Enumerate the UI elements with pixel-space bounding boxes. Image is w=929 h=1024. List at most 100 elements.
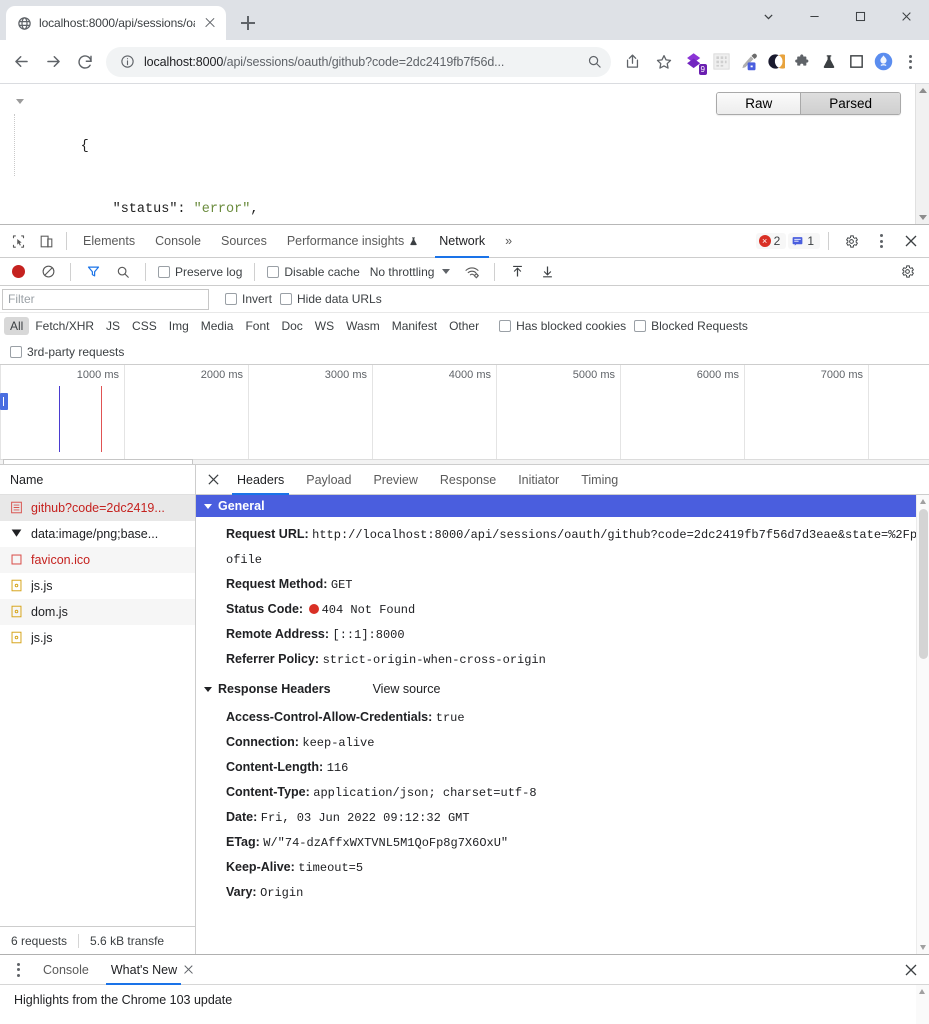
scroll-up-arrow-icon[interactable] [919,989,925,994]
type-filter-font[interactable]: Font [239,317,275,335]
drawer-close-icon[interactable] [897,957,925,983]
request-row-data-image[interactable]: data:image/png;base... [0,521,195,547]
scroll-up-arrow-icon[interactable] [920,499,926,504]
preserve-log-checkbox[interactable]: Preserve log [154,265,246,279]
detail-tab-headers[interactable]: Headers [226,465,295,495]
search-icon[interactable] [109,259,137,285]
detail-tab-timing[interactable]: Timing [570,465,629,495]
type-filter-ws[interactable]: WS [309,317,340,335]
profile-avatar-icon[interactable] [870,48,896,76]
star-icon[interactable] [649,47,679,77]
grid-extension-icon[interactable] [708,48,734,76]
record-dot-icon[interactable] [4,259,32,285]
detail-scrollbar[interactable] [916,495,929,954]
network-settings-gear-icon[interactable] [893,259,921,285]
devtools-tab-elements[interactable]: Elements [73,225,145,258]
address-bar[interactable]: localhost:8000/api/sessions/oauth/github… [106,47,611,77]
scrollbar-thumb[interactable] [919,509,928,659]
zoom-magnifier-icon[interactable] [583,51,605,73]
has-blocked-cookies-checkbox[interactable]: Has blocked cookies [495,319,630,333]
detail-tab-initiator[interactable]: Initiator [507,465,570,495]
devtools-kebab-menu-icon[interactable] [867,228,895,254]
reload-icon[interactable] [70,47,100,77]
timeline-selection-window[interactable] [3,459,193,464]
type-filter-img[interactable]: Img [163,317,195,335]
drawer-kebab-menu-icon[interactable] [4,957,32,983]
share-icon[interactable] [617,47,647,77]
general-section-header[interactable]: General [196,495,929,517]
message-count-badge[interactable]: 1 [788,233,820,249]
request-row-github[interactable]: github?code=2dc2419... [0,495,195,521]
detail-tab-payload[interactable]: Payload [295,465,362,495]
type-filter-wasm[interactable]: Wasm [340,317,386,335]
hide-data-urls-checkbox[interactable]: Hide data URLs [276,292,386,306]
type-filter-media[interactable]: Media [195,317,240,335]
type-filter-all[interactable]: All [4,317,29,335]
flask-extension-icon[interactable] [816,48,842,76]
type-filter-js[interactable]: JS [100,317,126,335]
funnel-icon[interactable] [79,259,107,285]
response-headers-section-header[interactable]: Response Headers View source [196,678,929,700]
network-conditions-icon[interactable] [458,259,486,285]
tab-close-icon[interactable] [202,15,218,31]
clear-no-entry-icon[interactable] [34,259,62,285]
puzzle-extensions-icon[interactable] [789,48,815,76]
chevron-down-icon[interactable] [442,269,450,274]
error-count-badge[interactable]: × 2 [756,233,787,249]
chrome-menu-kebab-icon[interactable] [897,48,923,76]
type-filter-css[interactable]: CSS [126,317,163,335]
info-circle-icon[interactable] [116,51,138,73]
device-toolbar-icon[interactable] [32,228,60,254]
detail-close-icon[interactable] [200,467,226,493]
page-scrollbar[interactable] [915,84,929,224]
request-row-favicon[interactable]: favicon.ico [0,547,195,573]
invert-checkbox[interactable]: Invert [221,292,276,306]
detail-tab-response[interactable]: Response [429,465,507,495]
request-list-column-header[interactable]: Name [0,465,195,495]
devtools-tab-sources[interactable]: Sources [211,225,277,258]
devtools-more-tabs-button[interactable]: » [495,225,522,258]
minimize-icon[interactable] [791,0,837,32]
devtools-tab-console[interactable]: Console [145,225,211,258]
type-filter-doc[interactable]: Doc [275,317,308,335]
scroll-down-arrow-icon[interactable] [920,945,926,950]
tab-search-chevron-down-icon[interactable] [745,0,791,32]
forward-arrow-icon[interactable] [38,47,68,77]
export-har-icon[interactable] [533,259,561,285]
json-collapse-toggle-icon[interactable] [16,99,24,104]
gear-icon[interactable] [837,228,865,254]
throttling-select[interactable]: No throttling [366,265,435,279]
view-source-link[interactable]: View source [373,682,441,696]
request-row-js-1[interactable]: js.js [0,573,195,599]
type-filter-other[interactable]: Other [443,317,485,335]
drawer-tab-console[interactable]: Console [32,955,100,985]
back-arrow-icon[interactable] [6,47,36,77]
drawer-scrollbar[interactable] [916,985,929,1024]
network-timeline-overview[interactable]: 1000 ms 2000 ms 3000 ms 4000 ms 5000 ms … [0,365,929,465]
request-row-dom-js[interactable]: dom.js [0,599,195,625]
crescent-extension-icon[interactable] [762,48,788,76]
scroll-up-arrow-icon[interactable] [919,88,927,93]
request-row-js-2[interactable]: js.js [0,625,195,651]
square-extension-icon[interactable] [843,48,869,76]
diamond-extension-icon[interactable]: 9 [681,48,707,76]
maximize-icon[interactable] [837,0,883,32]
disable-cache-checkbox[interactable]: Disable cache [263,265,363,279]
third-party-requests-checkbox[interactable]: 3rd-party requests [6,345,128,359]
inspect-cursor-icon[interactable] [4,228,32,254]
drawer-tab-whats-new[interactable]: What's New [100,955,205,985]
window-close-icon[interactable] [883,0,929,32]
browser-tab[interactable]: localhost:8000/api/sessions/oaut [6,6,226,40]
type-filter-manifest[interactable]: Manifest [386,317,443,335]
detail-tab-preview[interactable]: Preview [362,465,428,495]
type-filter-fetch-xhr[interactable]: Fetch/XHR [29,317,100,335]
import-har-icon[interactable] [503,259,531,285]
new-tab-button[interactable] [234,9,262,37]
scroll-down-arrow-icon[interactable] [919,215,927,220]
filter-input[interactable] [2,289,209,310]
devtools-tab-performance-insights[interactable]: Performance insights [277,225,429,258]
devtools-tab-network[interactable]: Network [429,225,495,258]
eyedropper-extension-icon[interactable] [735,48,761,76]
timeline-left-resize-handle[interactable] [0,393,8,410]
blocked-requests-checkbox[interactable]: Blocked Requests [630,319,752,333]
